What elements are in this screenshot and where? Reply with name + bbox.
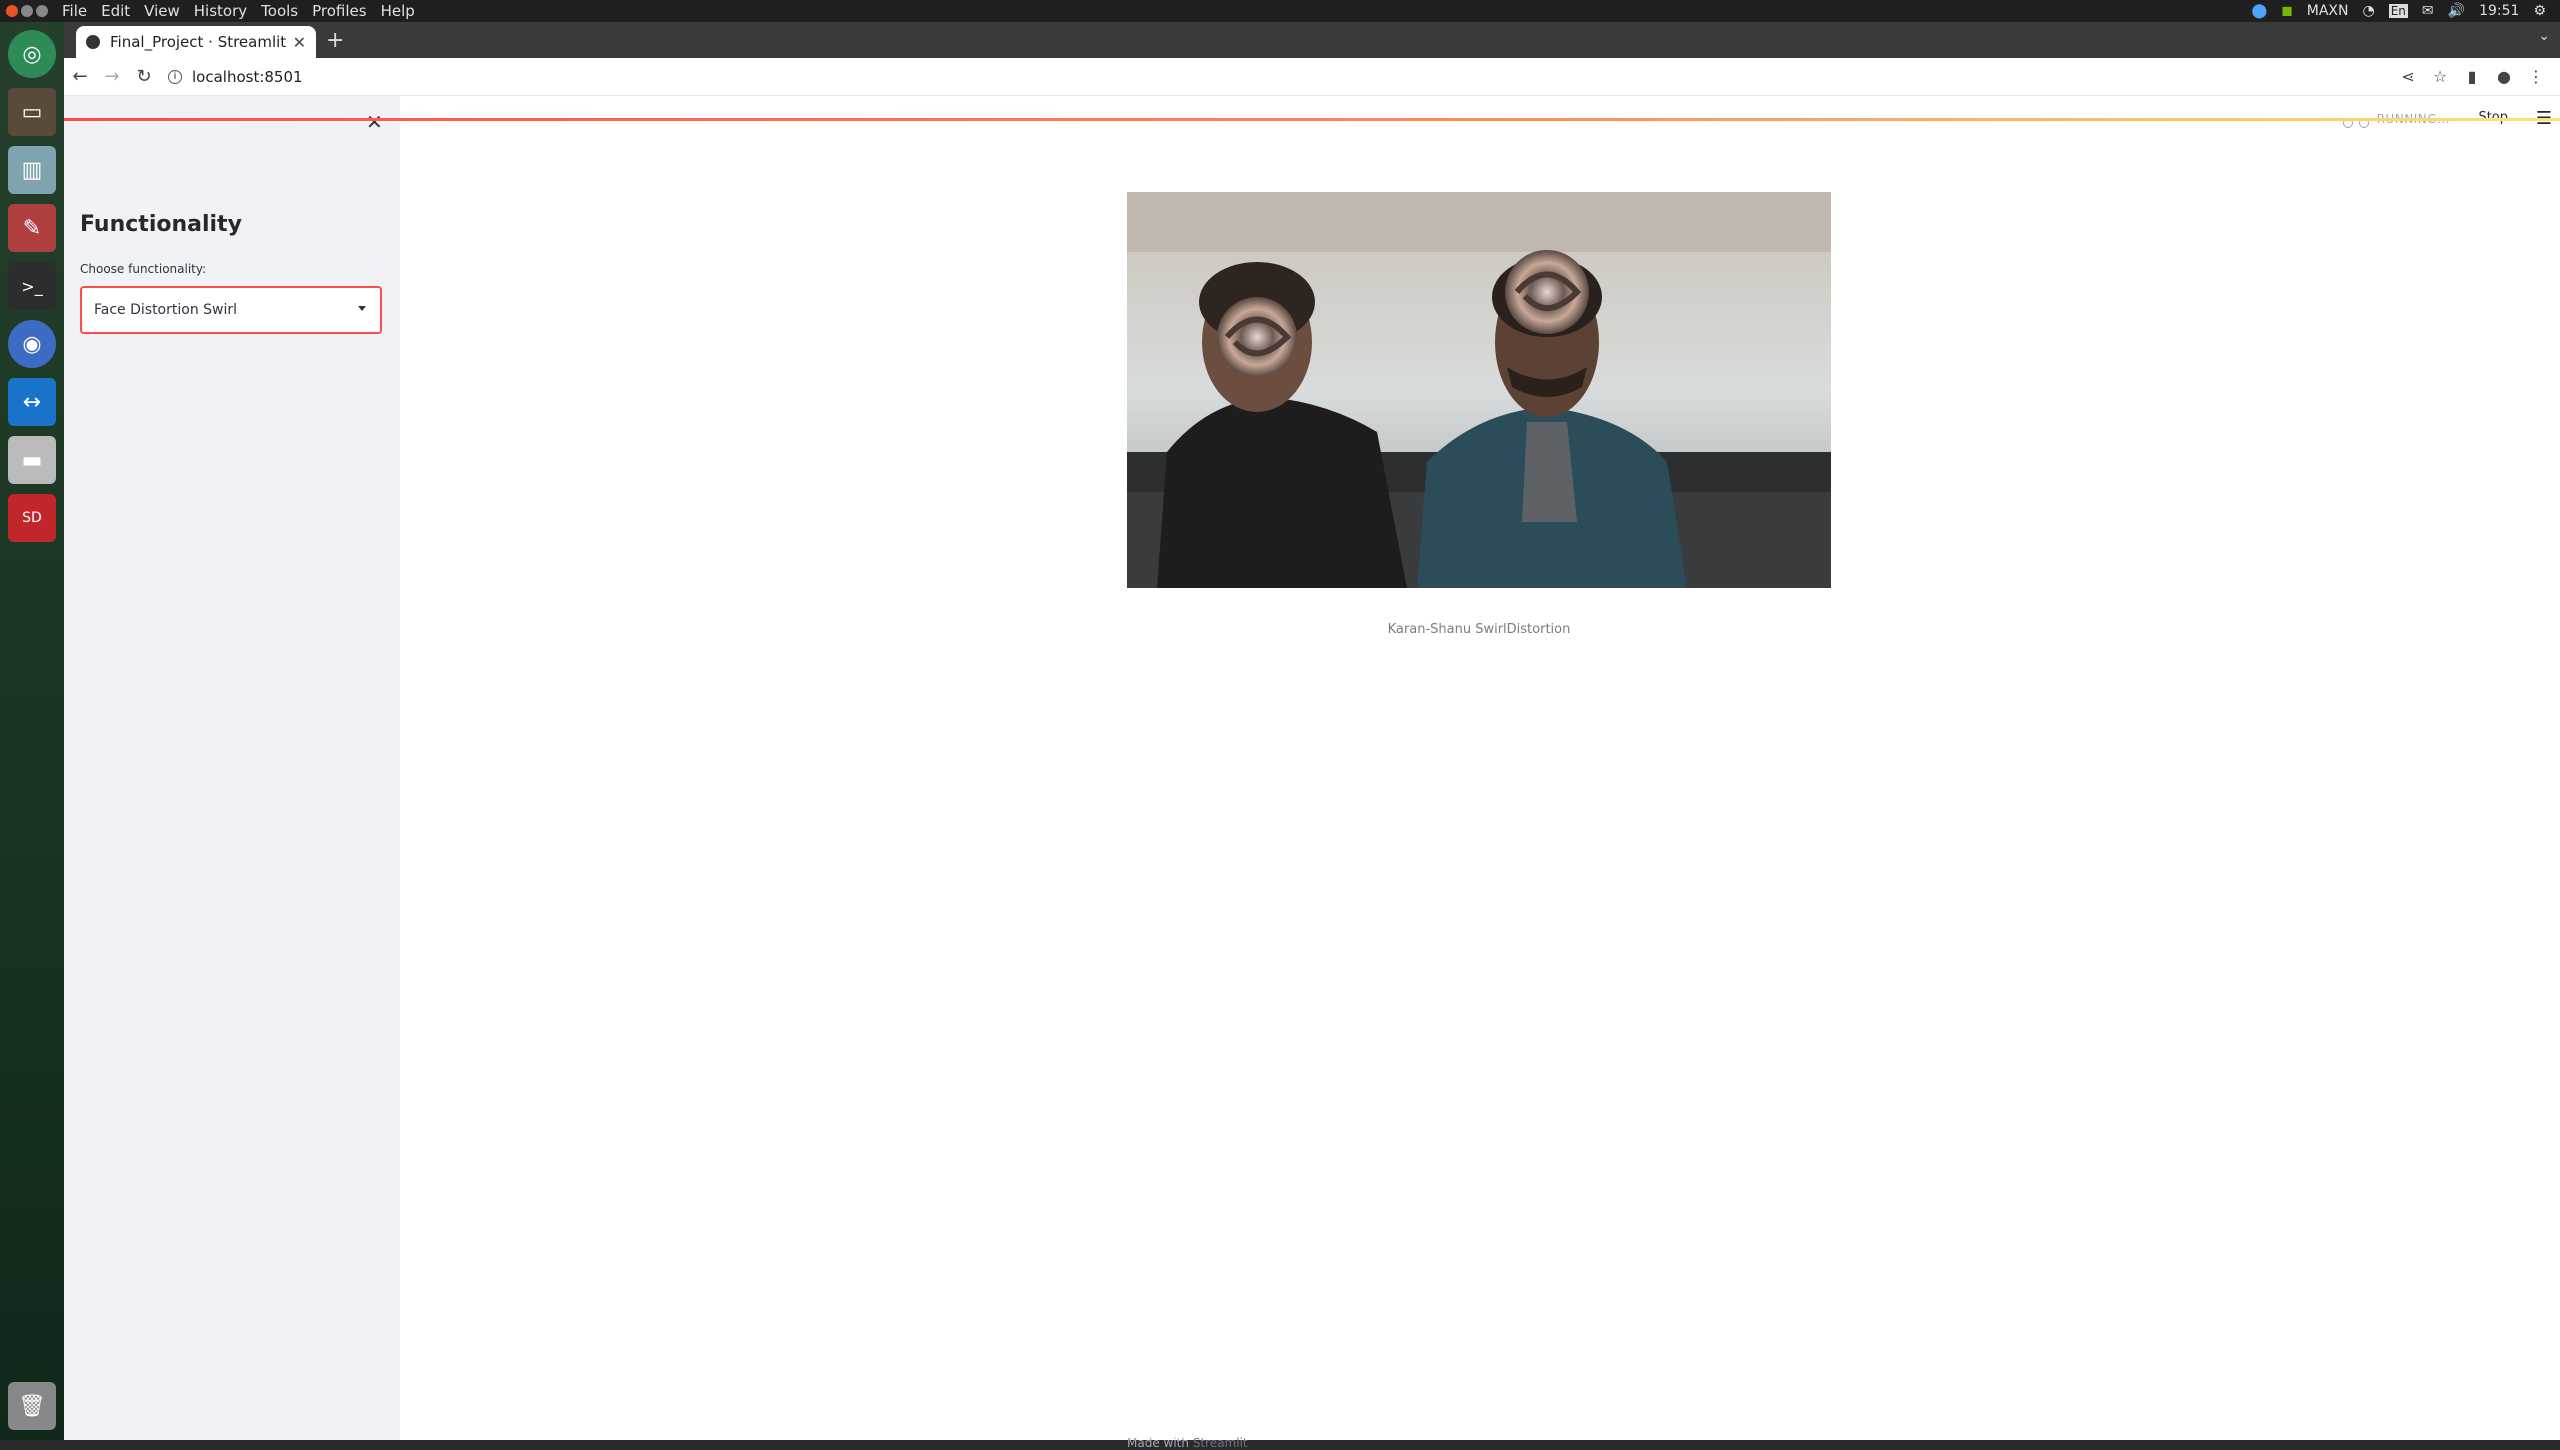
teamviewer-icon[interactable]: ↔ [8, 378, 56, 426]
mail-icon[interactable]: ✉ [2422, 3, 2434, 19]
clock[interactable]: 19:51 [2479, 3, 2519, 19]
trash-bag-icon[interactable]: ▥ [8, 146, 56, 194]
share-icon[interactable]: ⋖ [2392, 67, 2424, 86]
menu-help[interactable]: Help [381, 2, 415, 20]
tab-title: Final_Project · Streamlit [110, 33, 287, 51]
chromium-icon[interactable]: ◉ [8, 320, 56, 368]
browser-window: Final_Project · Streamlit ✕ + ⌄ ← → ↻ i … [64, 22, 2560, 1450]
footer-streamlit-link[interactable]: Streamlit [1193, 1436, 1248, 1450]
back-icon[interactable]: ← [64, 66, 96, 87]
loading-progress-line [64, 118, 2560, 121]
teamviewer-tray-icon[interactable]: ⬤ [2251, 3, 2267, 19]
browser-menu-icon[interactable]: ⋮ [2520, 67, 2552, 86]
menu-history[interactable]: History [194, 2, 247, 20]
trash-icon[interactable]: 🗑 [8, 1382, 56, 1430]
tab-search-icon[interactable]: ⌄ [2538, 28, 2550, 44]
keyboard-language[interactable]: En [2388, 4, 2408, 18]
sidebar: ✕ Functionality Choose functionality: Fa… [64, 96, 400, 1440]
main-content: RUNNING... Stop ☰ [400, 96, 2560, 1450]
menu-view[interactable]: View [144, 2, 180, 20]
ubuntu-icon[interactable]: ◎ [8, 30, 56, 78]
bookmark-star-icon[interactable]: ☆ [2424, 67, 2456, 86]
functionality-select[interactable]: Face Distortion Swirl [80, 286, 382, 334]
side-panel-icon[interactable]: ▮ [2456, 67, 2488, 86]
sidebar-title: Functionality [80, 212, 242, 237]
power-mode-label[interactable]: MAXN [2307, 3, 2349, 19]
volume-icon[interactable]: 🔊 [2448, 3, 2465, 19]
close-window-icon[interactable] [6, 5, 18, 17]
sd-card-icon[interactable]: SD [8, 494, 56, 542]
maximize-window-icon[interactable] [36, 5, 48, 17]
files-icon[interactable]: ▭ [8, 88, 56, 136]
reload-icon[interactable]: ↻ [128, 66, 160, 87]
close-sidebar-icon[interactable]: ✕ [366, 110, 383, 134]
drive-icon[interactable]: ▬ [8, 436, 56, 484]
forward-icon[interactable]: → [96, 66, 128, 87]
chevron-down-icon [358, 306, 366, 311]
photo-graphic [1127, 192, 1831, 588]
menu-tools[interactable]: Tools [261, 2, 298, 20]
swirl-distortion-image [1127, 192, 1831, 588]
profile-icon[interactable]: ● [2488, 67, 2520, 86]
new-tab-icon[interactable]: + [326, 28, 344, 53]
settings-gear-icon[interactable]: ⚙ [2533, 3, 2546, 19]
wifi-icon[interactable]: ◔ [2363, 3, 2375, 19]
system-tray: ⬤ ◼ MAXN ◔ En ✉ 🔊 19:51 ⚙ [2251, 0, 2560, 22]
minimize-window-icon[interactable] [21, 5, 33, 17]
footer: Made with Streamlit [1127, 1436, 1248, 1450]
streamlit-favicon-icon [86, 35, 100, 49]
app-menu-bar: File Edit View History Tools Profiles He… [62, 2, 429, 20]
menu-file[interactable]: File [62, 2, 87, 20]
browser-tab[interactable]: Final_Project · Streamlit ✕ [76, 26, 316, 58]
menu-edit[interactable]: Edit [101, 2, 130, 20]
streamlit-app: ✕ Functionality Choose functionality: Fa… [64, 96, 2560, 1450]
terminal-icon[interactable]: >_ [8, 262, 56, 310]
menu-profiles[interactable]: Profiles [312, 2, 366, 20]
launcher: ◎ ▭ ▥ ✎ >_ ◉ ↔ ▬ SD 🗑 [0, 22, 64, 1440]
address-bar[interactable]: i localhost:8501 [168, 62, 2392, 92]
nvidia-icon[interactable]: ◼ [2281, 3, 2293, 19]
url-text: localhost:8501 [192, 67, 303, 86]
close-tab-icon[interactable]: ✕ [293, 33, 306, 52]
image-caption: Karan-Shanu SwirlDistortion [1387, 622, 1571, 637]
select-label: Choose functionality: [80, 262, 207, 276]
settings-icon[interactable]: ✎ [8, 204, 56, 252]
select-value: Face Distortion Swirl [94, 302, 238, 318]
tab-strip: Final_Project · Streamlit ✕ + ⌄ [64, 22, 2560, 58]
info-icon[interactable]: i [168, 69, 182, 84]
footer-prefix: Made with [1127, 1436, 1189, 1450]
system-top-bar: File Edit View History Tools Profiles He… [0, 0, 2560, 22]
browser-toolbar: ← → ↻ i localhost:8501 ⋖ ☆ ▮ ● ⋮ [64, 58, 2560, 96]
